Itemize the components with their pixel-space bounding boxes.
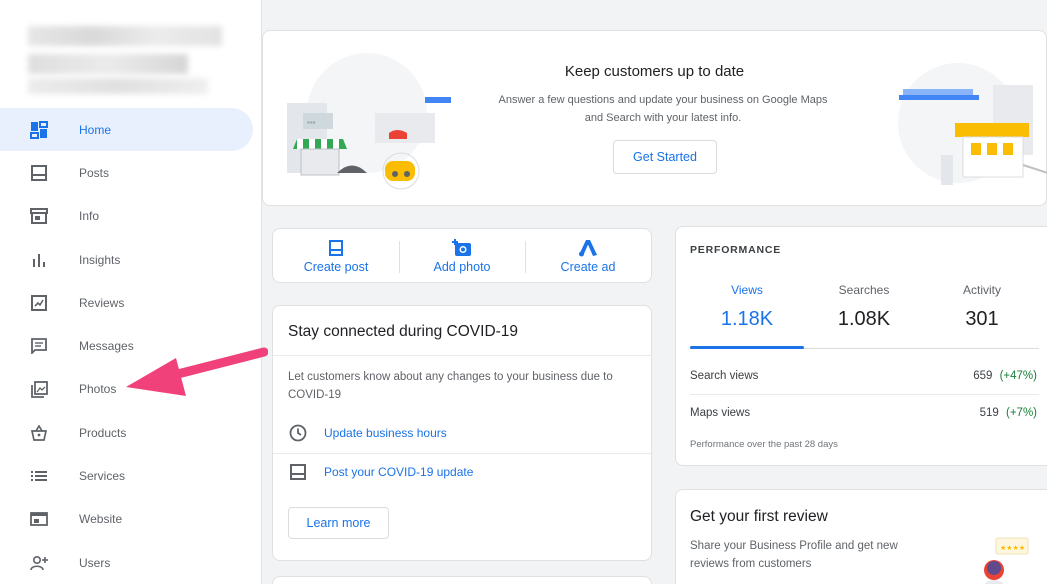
sidebar-item-label: Users [79, 555, 111, 570]
sidebar-item-insights[interactable]: Insights [0, 238, 262, 281]
update-business-hours-label: Update business hours [324, 426, 447, 440]
sidebar-item-reviews[interactable]: Reviews [0, 281, 262, 324]
covid-card-description: Let customers know about any changes to … [288, 371, 613, 401]
divider [690, 394, 1039, 395]
sidebar-item-products[interactable]: Products [0, 411, 262, 454]
sidebar-item-info[interactable]: Info [0, 195, 262, 238]
post-icon [288, 462, 308, 482]
banner-subtitle: Answer a few questions and update your b… [498, 94, 828, 124]
tab-value: 1.08K [837, 308, 891, 330]
shop-illustration [898, 63, 1047, 185]
review-card-title: Get your first review [690, 508, 828, 525]
messages-icon [28, 335, 50, 357]
sidebar-item-label: Photos [79, 382, 117, 397]
add-photo-icon [452, 238, 472, 258]
metric-value-group: 519 (+7%) [980, 407, 1037, 419]
svg-text:▪▪▪: ▪▪▪ [307, 118, 316, 127]
performance-footnote: Performance over the past 28 days [690, 439, 838, 450]
reviews-icon [28, 292, 50, 314]
covid-card: Stay connected during COVID-19 Let custo… [272, 305, 652, 561]
create-ad-button[interactable]: Create ad [525, 229, 651, 282]
tab-label: Searches [838, 283, 890, 297]
info-icon [28, 205, 50, 227]
website-icon [28, 508, 50, 530]
metric-change: (+47%) [999, 370, 1037, 382]
create-post-button[interactable]: Create post [273, 229, 399, 282]
post-covid-update-link[interactable]: Post your COVID-19 update [288, 462, 473, 482]
clock-icon [288, 423, 308, 443]
post-covid-update-label: Post your COVID-19 update [324, 465, 474, 479]
tab-views[interactable]: Views 1.18K [690, 283, 804, 331]
quick-actions-card: Create post Add photo Create ad [272, 228, 652, 283]
covid-card-title: Stay connected during COVID-19 [288, 323, 519, 340]
active-tab-indicator [690, 346, 804, 349]
insights-icon [28, 249, 50, 271]
posts-icon [28, 162, 50, 184]
metric-change: (+7%) [1006, 407, 1037, 419]
metric-value: 519 [979, 407, 999, 419]
metric-label: Search views [690, 370, 759, 382]
review-illustration: ★★★★ [984, 537, 1029, 584]
performance-card: PERFORMANCE Views 1.18K Searches 1.08K A… [675, 226, 1047, 466]
update-banner: ▪▪▪ Keep customers up to date Answer a f… [262, 30, 1047, 206]
sidebar-item-label: Reviews [79, 295, 125, 310]
create-post-icon [326, 238, 346, 258]
sidebar-item-label: Insights [79, 252, 121, 267]
sidebar-item-services[interactable]: Services [0, 454, 262, 497]
add-photo-label: Add photo [433, 259, 491, 274]
update-business-hours-link[interactable]: Update business hours [288, 423, 447, 443]
users-icon [28, 552, 50, 574]
learn-more-button[interactable]: Learn more [288, 507, 389, 539]
sidebar-item-label: Website [79, 512, 123, 527]
sidebar-item-label: Home [79, 122, 112, 137]
review-card-description: Share your Business Profile and get new … [690, 540, 898, 570]
sidebar-item-label: Info [79, 209, 100, 224]
sidebar-item-posts[interactable]: Posts [0, 151, 262, 194]
metric-label: Maps views [690, 407, 751, 419]
products-icon [28, 422, 50, 444]
tab-activity[interactable]: Activity 301 [925, 283, 1039, 331]
sidebar: Home Posts Info Insights Reviews Message… [0, 0, 262, 584]
metric-row-search-views: Search views 659 (+47%) [690, 370, 1037, 382]
google-ads-icon [578, 238, 598, 258]
add-photo-button[interactable]: Add photo [399, 229, 525, 282]
first-review-card: Get your first review Share your Busines… [675, 489, 1047, 584]
sidebar-item-users[interactable]: Users [0, 541, 262, 584]
svg-text:★★★★: ★★★★ [1000, 544, 1025, 552]
create-ad-label: Create ad [560, 259, 616, 274]
divider [273, 453, 651, 454]
business-name-redacted [28, 26, 222, 96]
metric-row-maps-views: Maps views 519 (+7%) [690, 407, 1037, 419]
metric-value-group: 659 (+47%) [973, 370, 1037, 382]
photos-icon [28, 378, 50, 400]
sidebar-item-label: Products [79, 425, 127, 440]
sidebar-item-home[interactable]: Home [0, 108, 253, 152]
sidebar-item-label: Services [79, 469, 126, 484]
tab-value: 301 [965, 308, 999, 330]
tab-searches[interactable]: Searches 1.08K [807, 283, 921, 331]
performance-heading: PERFORMANCE [690, 244, 782, 256]
next-card [272, 576, 652, 584]
tab-value: 1.18K [720, 308, 774, 330]
create-post-label: Create post [303, 259, 369, 274]
get-started-button[interactable]: Get Started [613, 140, 717, 174]
divider [273, 355, 651, 356]
services-icon [28, 465, 50, 487]
home-icon [28, 119, 50, 141]
tab-label: Views [731, 283, 763, 297]
sidebar-item-label: Posts [79, 165, 110, 180]
tab-label: Activity [962, 283, 1001, 297]
metric-value: 659 [973, 370, 993, 382]
sidebar-item-website[interactable]: Website [0, 498, 262, 541]
annotation-arrow [126, 347, 268, 396]
